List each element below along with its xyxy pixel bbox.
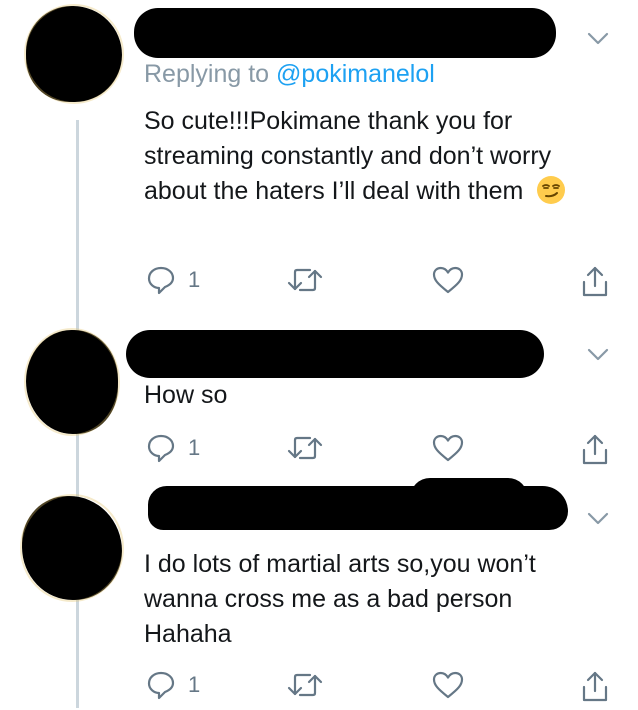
redaction-blob (410, 478, 528, 518)
tweet-actions: 1 (144, 670, 614, 710)
retweet-icon (287, 436, 323, 460)
share-button[interactable] (580, 433, 610, 467)
mention-link[interactable]: @pokimanelol (276, 60, 435, 88)
tweet-actions: 1 (144, 433, 614, 473)
comment-bubble-icon (147, 434, 175, 463)
retweet-button[interactable] (286, 265, 324, 295)
reply-button[interactable]: 1 (146, 670, 200, 700)
share-button[interactable] (580, 670, 610, 704)
reply-count: 1 (188, 267, 201, 292)
tweet-body: I do lots of martial arts so,you won’t w… (144, 547, 584, 652)
comment-bubble-icon (147, 266, 175, 295)
tweet-text: How so (144, 381, 228, 409)
retweet-icon (287, 673, 323, 697)
heart-icon (432, 671, 464, 699)
heart-icon (432, 266, 464, 294)
tweet-body: How so (144, 378, 614, 413)
retweet-button[interactable] (286, 433, 324, 463)
retweet-icon (287, 268, 323, 292)
replying-to-line: Replying to @pokimanelol (144, 60, 435, 89)
tweet-body: So cute!!!Pokimane thank you for streami… (144, 104, 614, 209)
reply-button[interactable]: 1 (146, 433, 200, 463)
chevron-down-icon[interactable] (587, 32, 609, 46)
avatar[interactable] (24, 4, 124, 104)
share-icon (582, 266, 608, 297)
smirk-emoji-icon (537, 176, 566, 204)
share-button[interactable] (580, 265, 610, 299)
reply-button[interactable]: 1 (146, 265, 200, 295)
tweet-actions: 1 (144, 265, 614, 305)
retweet-button[interactable] (286, 670, 324, 700)
share-icon (582, 671, 608, 702)
redacted-username (126, 330, 544, 378)
avatar[interactable] (24, 328, 120, 436)
redacted-username (134, 8, 556, 58)
tweet-text: So cute!!!Pokimane thank you for streami… (144, 107, 552, 205)
reply-count: 1 (188, 435, 201, 460)
heart-icon (432, 434, 464, 462)
share-icon (582, 434, 608, 465)
reply-count: 1 (188, 672, 201, 697)
like-button[interactable] (432, 265, 464, 295)
like-button[interactable] (432, 670, 464, 700)
comment-bubble-icon (147, 671, 175, 700)
like-button[interactable] (432, 433, 464, 463)
avatar[interactable] (20, 494, 124, 602)
replying-to-label: Replying to (144, 60, 270, 88)
chevron-down-icon[interactable] (587, 348, 609, 362)
chevron-down-icon[interactable] (587, 512, 609, 526)
tweet-text: I do lots of martial arts so,you won’t w… (144, 550, 536, 648)
